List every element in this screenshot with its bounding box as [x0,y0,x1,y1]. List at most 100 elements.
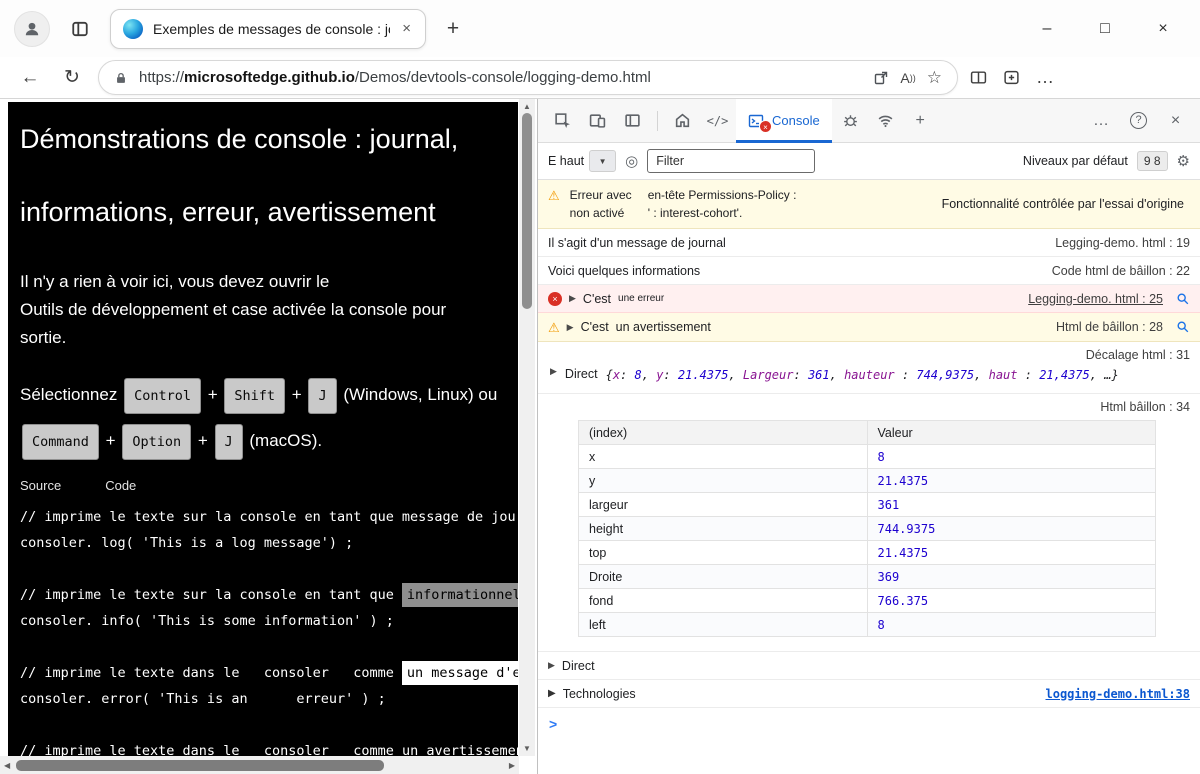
frame-selector-caret[interactable]: ▼ [589,150,616,172]
preview-token: 8 [635,368,642,382]
console-filter-input[interactable] [647,149,815,173]
warn-message-detail: un avertissement [616,320,711,334]
frame-selector[interactable]: E haut ▼ [548,150,616,172]
preview-token: x [613,368,620,382]
toolbar-right-icons: … [970,67,1055,88]
network-conditions-icon[interactable] [869,104,902,137]
paragraph-line: sortie. [20,324,518,352]
split-screen-icon[interactable] [970,69,987,86]
issues-bug-icon[interactable] [834,104,867,137]
expand-triangle-icon[interactable]: ▶ [569,293,576,304]
scroll-left-arrow[interactable]: ◀ [4,761,10,770]
scroll-down-arrow[interactable]: ▼ [523,744,531,753]
code-comment: // imprime le texte sur la console en ta… [20,583,394,607]
devtools-help-icon[interactable]: ? [1122,104,1155,137]
console-object-footer-row: ▶ Direct [538,652,1200,680]
inspect-element-icon[interactable] [546,104,579,137]
expand-triangle-icon[interactable]: ▶ [567,322,574,333]
code-row: // imprime le texte sur la console en ta… [20,505,518,555]
source-link[interactable]: Code html de bâillon : 22 [1042,264,1190,278]
home-icon[interactable] [666,104,699,137]
expand-triangle-icon[interactable]: ▶ [548,660,555,671]
navigation-toolbar: ← ↻ https://microsoftedge.github.io/Demo… [0,57,1200,99]
elements-tab-icon[interactable]: </> [701,104,734,137]
frame-selector-label: E haut [548,154,584,168]
console-messages: ⚠ Erreur avec non activé en-tête Permiss… [538,180,1200,774]
toolbar-separator [657,111,658,131]
devtools-tab-bar: </> × Console + … ? [538,99,1200,143]
tab-actions-icon[interactable] [62,11,98,47]
code-block: Source Code // imprime le texte sur la c… [20,478,518,756]
banner-columns: Erreur avec non activé en-tête Permissio… [570,188,797,220]
profile-avatar[interactable] [14,11,50,47]
source-link[interactable]: Html de bâillon : 28 [1046,320,1163,334]
banner-text: en-tête Permissions-Policy : [648,188,797,202]
preview-token: Largeur [743,368,794,382]
source-link[interactable]: Legging-demo. html : 25 [1018,292,1163,306]
banner-source: Fonctionnalité contrôlée par l'essai d'o… [942,197,1190,211]
vertical-tabs-icon [71,20,89,38]
horizontal-scrollbar[interactable]: ◀ ▶ [0,756,519,774]
code-label-highlighted: informationnel [402,583,518,607]
preview-token: , [974,368,988,382]
window-close-button[interactable]: × [1140,10,1186,48]
table-cell-value: 744.9375 [867,517,1156,541]
plus-separator: + [292,385,302,404]
source-link[interactable]: Html bâillon : 34 [548,398,1190,416]
vertical-scrollbar-thumb[interactable] [522,113,532,309]
table-row: height744.9375 [579,517,1156,541]
scroll-up-arrow[interactable]: ▲ [523,102,531,111]
magnifier-icon[interactable] [1176,292,1190,306]
url-text[interactable]: https://microsoftedge.github.io/Demos/de… [139,69,862,86]
source-link[interactable]: Legging-demo. html : 19 [1045,236,1190,250]
console-settings-gear-icon[interactable]: ⚙ [1177,152,1190,170]
preview-token: { [606,368,613,382]
source-link[interactable]: Décalage html : 31 [548,346,1190,364]
preview-token: hauteur [844,368,895,382]
address-bar[interactable]: https://microsoftedge.github.io/Demos/de… [98,60,958,95]
table-cell-value: 8 [867,445,1156,469]
read-aloud-icon[interactable]: A)) [900,70,915,86]
back-button[interactable]: ← [14,62,46,94]
refresh-button[interactable]: ↻ [56,62,88,94]
expand-triangle-icon[interactable]: ▶ [550,366,557,377]
preview-token: , [728,368,742,382]
settings-more-icon[interactable]: … [1036,67,1055,88]
browser-tab[interactable]: Exemples de messages de console : journa… [110,9,426,49]
open-in-app-icon[interactable] [873,70,889,86]
devtools-more-icon[interactable]: … [1085,104,1118,137]
tab-console[interactable]: × Console [736,99,832,143]
plus-separator: + [208,385,218,404]
device-toolbar-icon[interactable] [581,104,614,137]
table-header-value: Valeur [867,421,1156,445]
panel-layout-icon[interactable] [616,104,649,137]
page-paragraph: Il n'y a rien à voir ici, vous devez ouv… [20,268,518,352]
scroll-right-arrow[interactable]: ▶ [509,761,515,770]
new-tab-button[interactable]: + [438,14,468,44]
maximize-button[interactable]: □ [1082,10,1128,48]
live-expression-eye-icon[interactable]: ◎ [625,152,638,170]
log-levels-dropdown[interactable]: Niveaux par défaut [1023,154,1128,168]
console-prompt[interactable]: > [538,708,1200,740]
collections-icon[interactable] [1003,69,1020,86]
tab-close-icon[interactable]: × [400,20,413,37]
object-preview[interactable]: {x: 8, y: 21.4375, Largeur: 361, hauteur… [606,366,1119,385]
banner-text: ' : interest-cohort'. [648,206,797,220]
log-levels-badge[interactable]: 9 8 [1137,151,1168,171]
favorites-star-icon[interactable]: ☆ [927,68,942,88]
lock-icon[interactable] [114,71,128,85]
console-warning-banner: ⚠ Erreur avec non activé en-tête Permiss… [538,180,1200,229]
preview-token: , [830,368,844,382]
preview-token: : [793,368,807,382]
expand-triangle-icon[interactable]: ▶ [548,688,556,699]
horizontal-scrollbar-thumb[interactable] [16,760,384,771]
plus-separator: + [106,431,116,450]
add-panel-icon[interactable]: + [904,104,937,137]
preview-token: , [642,368,656,382]
console-icon: × [748,113,764,129]
minimize-button[interactable]: – [1024,10,1070,48]
vertical-scrollbar[interactable]: ▲ ▼ [519,99,535,756]
source-link[interactable]: logging-demo.html:38 [1046,687,1191,701]
magnifier-icon[interactable] [1176,320,1190,334]
devtools-close-icon[interactable]: × [1159,104,1192,137]
